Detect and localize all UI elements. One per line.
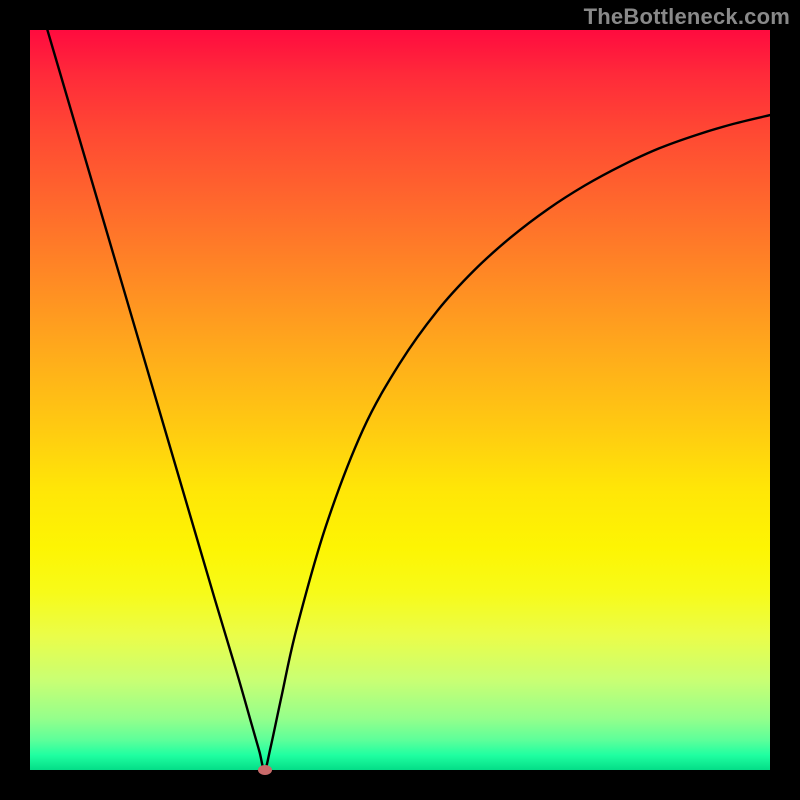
plot-area — [30, 30, 770, 770]
bottleneck-curve — [30, 30, 770, 770]
watermark-text: TheBottleneck.com — [584, 4, 790, 30]
optimum-marker — [258, 765, 272, 775]
curve-path — [30, 30, 770, 770]
chart-frame: TheBottleneck.com — [0, 0, 800, 800]
